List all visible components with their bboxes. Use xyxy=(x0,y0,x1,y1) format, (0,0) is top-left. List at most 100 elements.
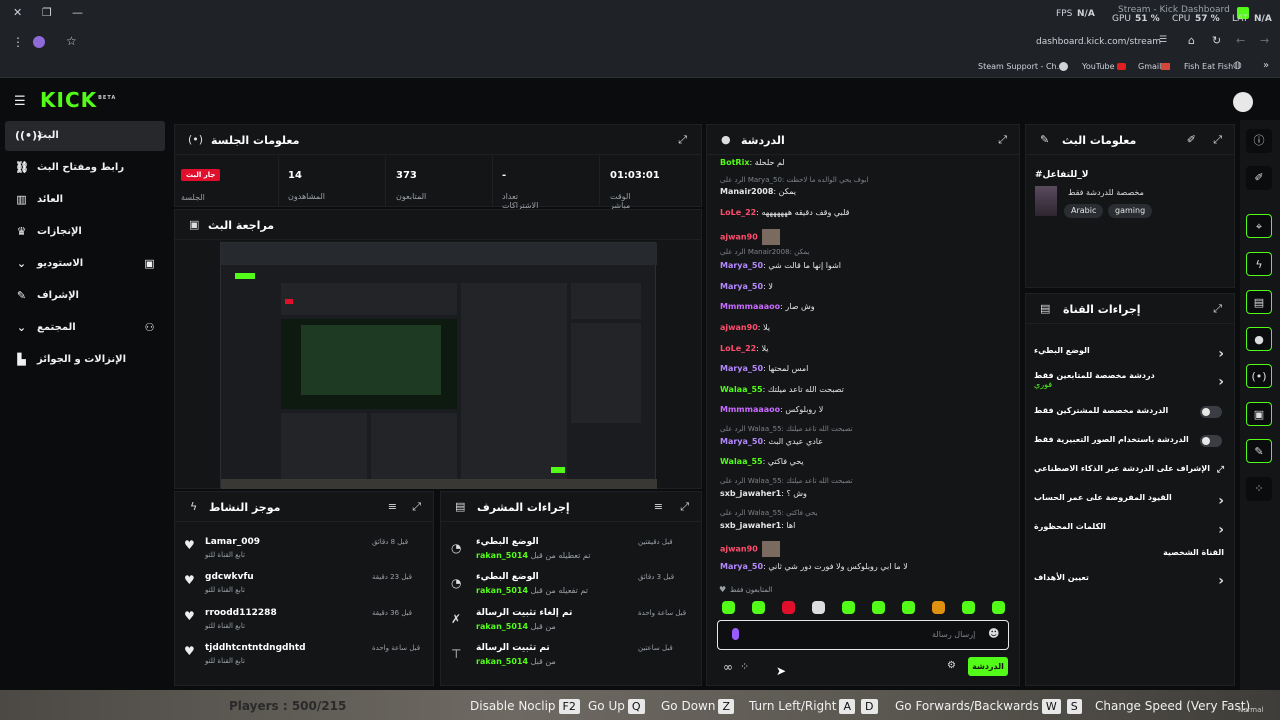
user-avatar[interactable] xyxy=(1233,92,1253,112)
actions-icon[interactable]: ▣ xyxy=(1246,402,1272,426)
sidebar-item-stream-key[interactable]: ⛓ رابط ومفتاح البث xyxy=(5,153,165,183)
info-icon[interactable]: ⓘ xyxy=(1246,129,1272,153)
chat-username[interactable]: Marya_50 xyxy=(720,437,763,446)
reload-icon[interactable]: ↻ xyxy=(1212,34,1221,47)
menu-dots-icon[interactable]: ⋮ xyxy=(12,35,24,49)
emote-icon[interactable] xyxy=(872,601,885,614)
category-name[interactable]: مخصصة للدردشة فقط xyxy=(1068,188,1144,197)
profile-avatar[interactable] xyxy=(33,36,45,48)
sidebar-item-drops[interactable]: ▙ الإنزالات و الجوائز xyxy=(5,345,165,375)
chat-username[interactable]: LoLe_22 xyxy=(720,208,756,217)
home-icon[interactable]: ⌂ xyxy=(1188,34,1195,47)
forward-icon[interactable]: → xyxy=(1260,34,1269,47)
sidebar-item-studio[interactable]: ⌄ الاستوديو ▣ xyxy=(5,249,165,279)
emote-icon[interactable] xyxy=(932,601,945,614)
bookmark-steam[interactable]: Steam Support - Ch... xyxy=(978,62,1064,71)
channel-action-goals[interactable]: تعيين الأهداف › xyxy=(1034,573,1224,595)
emote-icon[interactable] xyxy=(812,601,825,614)
filter-icon[interactable]: ≡ xyxy=(388,500,397,513)
chat-username[interactable]: sxb_jawaher1 xyxy=(720,521,781,530)
channel-action-subscribers-only[interactable]: الدردشة مخصصة للمشتركين فقط xyxy=(1034,406,1224,428)
channel-action-slow-mode[interactable]: الوضع البطيء › xyxy=(1034,346,1224,368)
channel-action-followers-only[interactable]: دردشة مخصصة للمتابعين فقط فوري › xyxy=(1034,371,1224,393)
chat-username[interactable]: sxb_jawaher1 xyxy=(720,489,781,498)
channel-action-emote-only[interactable]: الدردشة باستخدام الصور التعبيرية فقط xyxy=(1034,435,1224,457)
edit-icon[interactable]: ✐ xyxy=(1246,166,1272,190)
kick-logo[interactable]: KICKBETA xyxy=(40,88,116,112)
channel-action-ai-moderation[interactable]: الإشراف على الدردشة عبر الذكاء الاصطناعي… xyxy=(1034,464,1224,486)
url-text[interactable]: dashboard.kick.com/stream xyxy=(1036,37,1161,47)
expand-icon[interactable]: ⤢ xyxy=(680,500,689,514)
channel-action-banned-words[interactable]: الكلمات المحظورة › xyxy=(1034,522,1224,544)
toggle-switch[interactable] xyxy=(1200,435,1222,447)
chat-username[interactable]: ajwan90 xyxy=(720,233,758,242)
drops-icon: ▙ xyxy=(17,353,26,366)
bolt-icon[interactable]: ϟ xyxy=(1246,252,1272,276)
chat-username[interactable]: Marya_50 xyxy=(720,364,763,373)
toggle-switch[interactable] xyxy=(1200,406,1222,418)
emote-icon[interactable] xyxy=(962,601,975,614)
mic-icon[interactable] xyxy=(732,628,739,640)
emote-icon[interactable] xyxy=(782,601,795,614)
expand-icon[interactable]: ⤢ xyxy=(998,133,1007,147)
chat-icon[interactable]: ● xyxy=(1246,327,1272,351)
expand-icon[interactable]: ⤢ xyxy=(412,500,421,514)
emote-icon[interactable] xyxy=(902,601,915,614)
chat-username[interactable]: Marya_50 xyxy=(720,562,763,571)
chat-username[interactable]: ajwan90 xyxy=(720,323,758,332)
settings-icon[interactable]: ☰ xyxy=(1159,35,1167,45)
bookmark-youtube[interactable]: YouTube xyxy=(1082,62,1115,71)
community-icon[interactable]: ⁘ xyxy=(1246,477,1272,501)
hamburger-icon[interactable]: ☰ xyxy=(14,94,26,109)
bookmark-gmail[interactable]: Gmail xyxy=(1138,62,1161,71)
broadcast-icon[interactable]: (•) xyxy=(1246,364,1272,388)
star-icon[interactable]: ☆ xyxy=(66,34,77,48)
chat-username[interactable]: ajwan90 xyxy=(720,545,758,554)
external-link-icon: ⤢ xyxy=(1216,465,1224,475)
chat-username[interactable]: Mmmmaaaoo xyxy=(720,302,780,311)
bookmark-fish[interactable]: Fish Eat Fish xyxy=(1184,62,1233,71)
sidebar-item-stream[interactable]: ((•)) البث xyxy=(5,121,165,151)
community-icon[interactable]: ⁘ xyxy=(740,660,749,673)
close-icon[interactable]: ✕ xyxy=(13,6,22,19)
chat-username[interactable]: Marya_50 xyxy=(720,261,763,270)
chat-username[interactable]: Marya_50 xyxy=(720,282,763,291)
chat-input[interactable]: إرسال رسالة ☻ xyxy=(717,620,1009,650)
channel-action-account-age[interactable]: القيود المفروضة على عمر الحساب › xyxy=(1034,493,1224,515)
infinity-icon[interactable]: ∞ xyxy=(723,660,733,674)
restore-icon[interactable]: ❐ xyxy=(42,6,52,19)
chat-username[interactable]: Walaa_55 xyxy=(720,385,763,394)
hint-turn: Turn Left/Right A D xyxy=(749,699,881,714)
settings-icon[interactable]: ⚙ xyxy=(947,660,956,671)
target-icon[interactable]: ⌖ xyxy=(1246,214,1272,238)
expand-icon[interactable]: ⤢ xyxy=(678,133,687,147)
chevron-right-icon: › xyxy=(1218,493,1224,509)
wrench-icon[interactable]: ✎ xyxy=(1246,439,1272,463)
back-icon[interactable]: ← xyxy=(1236,34,1245,47)
emoji-icon[interactable]: ☻ xyxy=(988,627,999,640)
chat-title: الدردشة xyxy=(741,134,785,147)
gpu-value: 51 % xyxy=(1135,14,1160,24)
sidebar-item-achievements[interactable]: ♛ الإنجازات xyxy=(5,217,165,247)
chat-username[interactable]: Walaa_55 xyxy=(720,457,763,466)
sidebar-item-moderation[interactable]: ✎ الإشراف xyxy=(5,281,165,311)
chat-username[interactable]: LoLe_22 xyxy=(720,344,756,353)
emote-icon[interactable] xyxy=(992,601,1005,614)
emote-icon[interactable] xyxy=(752,601,765,614)
chat-username[interactable]: BotRix xyxy=(720,158,749,167)
list-icon[interactable]: ▤ xyxy=(1246,290,1272,314)
minimize-icon[interactable]: — xyxy=(72,6,83,19)
chat-username[interactable]: Manair2008 xyxy=(720,187,773,196)
sidebar-item-revenue[interactable]: ▥ العائد xyxy=(5,185,165,215)
stream-preview-video[interactable] xyxy=(220,242,657,489)
emote-icon[interactable] xyxy=(722,601,735,614)
sidebar-item-community[interactable]: ⌄ المجتمع ⚇ xyxy=(5,313,165,343)
chat-send-button[interactable]: الدردشة xyxy=(968,657,1008,676)
more-bookmarks-icon[interactable]: » xyxy=(1263,60,1269,71)
expand-icon[interactable]: ⤢ xyxy=(1213,133,1222,147)
expand-icon[interactable]: ⤢ xyxy=(1213,302,1222,316)
emote-icon[interactable] xyxy=(842,601,855,614)
chat-username[interactable]: Mmmmaaaoo xyxy=(720,405,780,414)
filter-icon[interactable]: ≡ xyxy=(654,500,663,513)
edit-icon[interactable]: ✐ xyxy=(1187,133,1196,146)
